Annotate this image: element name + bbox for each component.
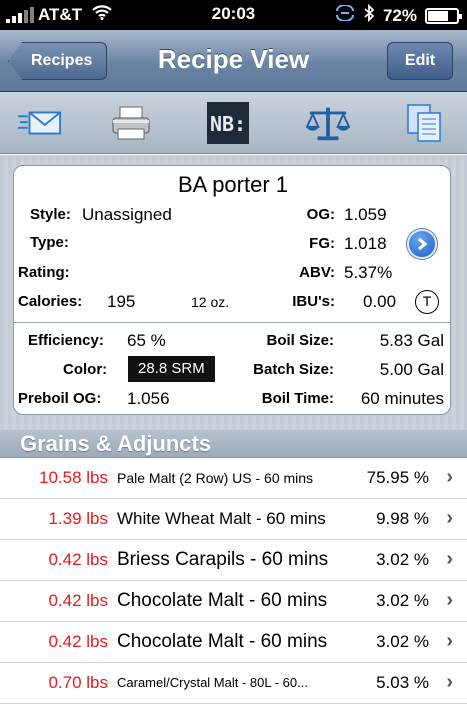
fg-detail-button[interactable] [407, 229, 437, 259]
og-label: OG: [306, 206, 335, 223]
batch-size-value[interactable]: 5.00 Gal [380, 360, 444, 380]
ibu-formula-button[interactable]: T [415, 290, 439, 314]
list-item[interactable]: 0.42 lbs Chocolate Malt - 60 mins 3.02 %… [0, 581, 467, 622]
boil-time-label: Boil Time: [261, 390, 334, 407]
color-label: Color: [63, 361, 108, 378]
list-item[interactable]: 0.70 lbs Caramel/Crystal Malt - 80L - 60… [0, 663, 467, 704]
grain-name: Chocolate Malt - 60 mins [117, 631, 328, 652]
chevron-right-icon: › [446, 671, 453, 693]
grain-name: Briess Carapils - 60 mins [117, 549, 329, 570]
calories-value: 195 [107, 292, 136, 311]
battery-icon [425, 7, 462, 24]
rating-label: Rating: [18, 264, 70, 281]
preboil-og-value: 1.056 [127, 389, 170, 408]
grains-list: 10.58 lbs Pale Malt (2 Row) US - 60 mins… [0, 458, 467, 704]
card-divider [14, 322, 450, 323]
calories-label: Calories: [18, 293, 83, 310]
abv-label: ABV: [299, 264, 335, 281]
serving-size: 12 oz. [191, 294, 230, 310]
ibu-label: IBU's: [292, 293, 335, 310]
grain-amount: 1.39 lbs [48, 509, 108, 528]
grain-amount: 0.42 lbs [48, 550, 108, 569]
efficiency-value[interactable]: 65 % [127, 331, 166, 351]
type-label: Type: [30, 234, 69, 251]
nb-logo-text: NB: [210, 112, 246, 136]
grain-percent: 3.02 % [376, 550, 429, 569]
fg-label: FG: [309, 235, 335, 252]
grain-name: Caramel/Crystal Malt - 80L - 60... [117, 675, 308, 690]
grain-amount: 0.42 lbs [48, 632, 108, 651]
preboil-og-label: Preboil OG: [18, 390, 102, 407]
sync-icon [335, 4, 355, 26]
boil-size-value[interactable]: 5.83 Gal [380, 331, 444, 351]
nb-logo-icon[interactable]: NB: [206, 102, 250, 144]
grains-section-header: Grains & Adjuncts [0, 430, 467, 458]
status-right: 72% [335, 3, 462, 27]
recipe-name: BA porter 1 [177, 172, 289, 197]
edit-button[interactable]: Edit [387, 42, 453, 80]
chevron-right-icon [418, 237, 428, 251]
boil-size-label: Boil Size: [266, 332, 334, 349]
chevron-right-icon: › [446, 630, 453, 652]
navigation-bar: Recipes Recipe View Edit [0, 30, 467, 92]
ibu-value: 0.00 [363, 292, 397, 311]
grain-percent: 3.02 % [376, 591, 429, 610]
grain-name: Pale Malt (2 Row) US - 60 mins [117, 470, 314, 486]
status-bar: AT&T 20:03 72% [0, 0, 467, 30]
fg-value: 1.018 [344, 234, 387, 253]
style-value[interactable]: Unassigned [82, 205, 172, 225]
boil-time-value[interactable]: 60 minutes [361, 389, 444, 409]
battery-percent: 72% [382, 5, 417, 25]
grain-amount: 0.42 lbs [48, 591, 108, 610]
chevron-right-icon: › [446, 589, 453, 611]
chevron-right-icon: › [446, 507, 453, 529]
mail-icon[interactable] [18, 102, 62, 144]
recipe-card: BA porter 1 Style: Unassigned Type: Rati… [13, 165, 451, 415]
abv-value: 5.37% [344, 263, 393, 282]
bluetooth-icon [363, 3, 375, 27]
list-item[interactable]: 0.42 lbs Briess Carapils - 60 mins 3.02 … [0, 540, 467, 581]
list-item[interactable]: 1.39 lbs White Wheat Malt - 60 mins 9.98… [0, 499, 467, 540]
chevron-right-icon: › [446, 548, 453, 570]
scale-icon[interactable] [306, 102, 350, 144]
grain-name: White Wheat Malt - 60 mins [117, 509, 326, 528]
grain-percent: 75.95 % [366, 468, 429, 487]
grain-percent: 3.02 % [376, 632, 429, 651]
chevron-right-icon: › [446, 466, 453, 488]
grain-name: Chocolate Malt - 60 mins [117, 590, 328, 611]
color-swatch: 28.8 SRM [128, 356, 215, 382]
style-label: Style: [30, 206, 71, 223]
action-toolbar: NB: [0, 92, 467, 154]
batch-size-label: Batch Size: [253, 361, 334, 378]
efficiency-label: Efficiency: [28, 332, 104, 349]
copy-icon[interactable] [402, 102, 446, 144]
list-item[interactable]: 0.42 lbs Chocolate Malt - 60 mins 3.02 %… [0, 622, 467, 663]
grain-percent: 5.03 % [376, 673, 429, 692]
grain-amount: 10.58 lbs [39, 468, 108, 487]
grain-amount: 0.70 lbs [48, 673, 108, 692]
grain-percent: 9.98 % [376, 509, 429, 528]
list-item[interactable]: 10.58 lbs Pale Malt (2 Row) US - 60 mins… [0, 458, 467, 499]
og-value: 1.059 [344, 205, 387, 224]
printer-icon[interactable] [110, 102, 154, 144]
